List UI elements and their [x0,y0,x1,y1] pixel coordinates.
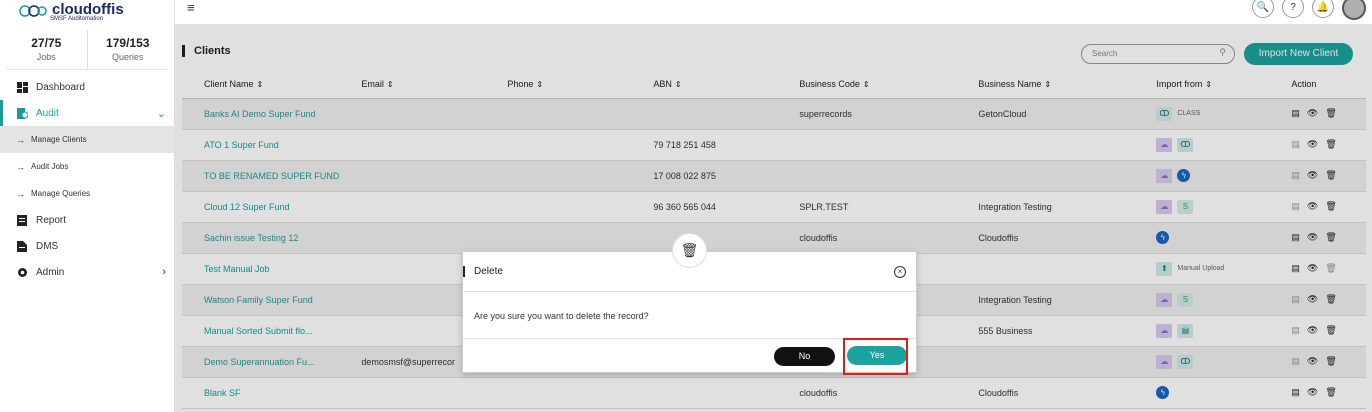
topbar-actions: 🔍 ? 🔔 [1252,0,1366,20]
sidebar-item-label: Audit Jobs [31,162,69,171]
sidebar-item-label: Report [36,214,67,226]
sidebar-item-label: Audit [36,107,59,119]
dashboard-icon [16,81,28,93]
sidebar-item-manage-clients[interactable]: → Manage Clients [0,126,174,153]
bell-icon[interactable]: 🔔 [1312,0,1334,18]
trash-icon: 🗑 [672,233,707,268]
app-root: cloudoffis SMSF Auditomation 27/75 Jobs … [0,0,1372,412]
sidebar-item-label: DMS [36,240,59,252]
queries-count: 179/153 [106,36,150,50]
arrow-right-icon: → [16,134,25,145]
cloud-logo-icon [19,5,47,17]
sidebar-item-dms[interactable]: DMS [0,233,174,259]
search-icon[interactable]: 🔍 [1252,0,1274,18]
sidebar-item-manage-queries[interactable]: → Manage Queries [0,180,174,207]
sidebar-item-report[interactable]: Report [0,207,174,233]
avatar[interactable] [1342,0,1366,20]
sidebar-item-audit[interactable]: Audit ⌄ [0,100,174,126]
sidebar-item-dashboard[interactable]: Dashboard [0,74,174,100]
audit-icon [16,107,28,119]
jobs-label: Jobs [36,52,56,62]
sidebar-nav: Dashboard Audit ⌄ → Manage Clients → Aud… [0,74,174,285]
sidebar-item-label: Manage Queries [31,189,91,198]
close-icon[interactable]: × [894,266,906,278]
chevron-right-icon: › [162,266,166,278]
arrow-right-icon: → [16,188,25,199]
dialog-message: Are you sure you want to delete the reco… [463,292,916,339]
sidebar: cloudoffis SMSF Auditomation 27/75 Jobs … [0,0,175,412]
sidebar-item-audit-jobs[interactable]: → Audit Jobs [0,153,174,180]
queries-stat[interactable]: 179/153 Queries [86,30,169,69]
jobs-count: 27/75 [31,36,62,50]
document-icon [16,240,28,252]
dialog-title: Delete [463,266,503,277]
help-icon[interactable]: ? [1282,0,1304,18]
chevron-down-icon: ⌄ [156,107,166,120]
jobs-stat[interactable]: 27/75 Jobs [6,30,87,69]
no-button[interactable]: No [774,347,835,366]
menu-icon[interactable]: ≡ [187,0,195,15]
sidebar-item-admin[interactable]: Admin › [0,259,174,285]
sidebar-item-label: Dashboard [36,81,85,93]
sidebar-item-label: Admin [36,266,65,278]
report-icon [16,214,28,226]
sidebar-item-label: Manage Clients [31,135,87,144]
stats-panel: 27/75 Jobs 179/153 Queries [6,30,168,70]
yes-button-highlight [843,338,908,375]
brand: cloudoffis SMSF Auditomation [0,0,174,22]
gear-icon [16,266,28,278]
topbar: ≡ 🔍 ? 🔔 [175,0,1372,24]
arrow-right-icon: → [16,161,25,172]
queries-label: Queries [111,52,144,62]
